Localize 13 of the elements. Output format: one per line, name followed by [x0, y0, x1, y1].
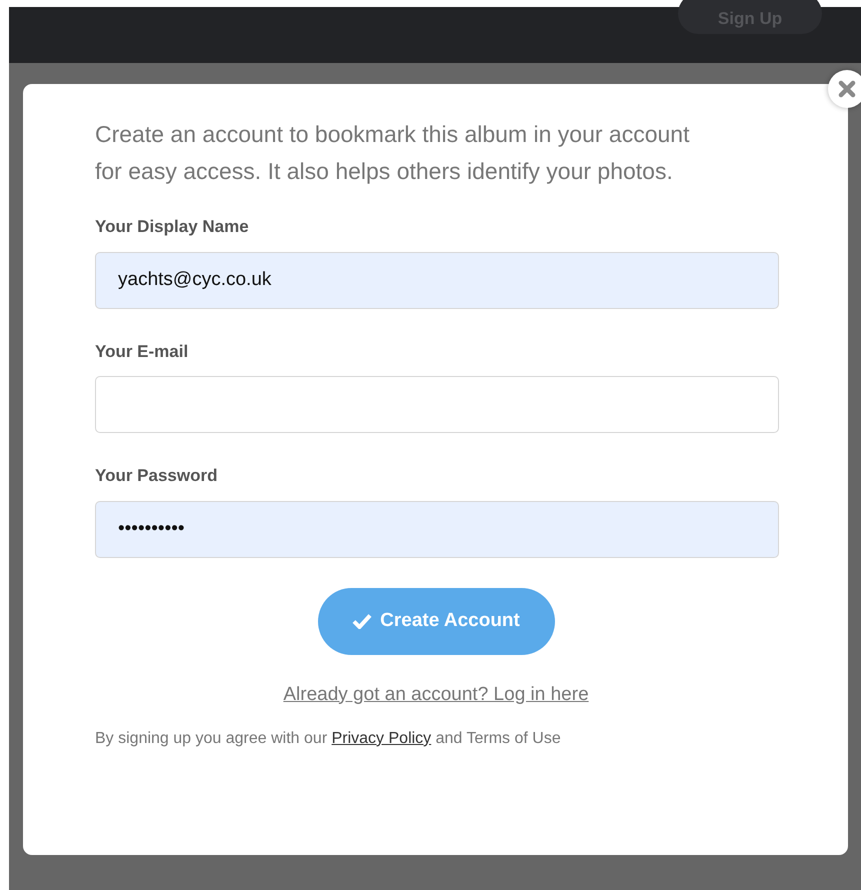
privacy-policy-link[interactable]: Privacy Policy: [332, 730, 432, 747]
field-label: Your E-mail: [95, 340, 190, 362]
field-label: Your Display Name: [95, 216, 250, 238]
input-field[interactable]: ••••••••••: [95, 500, 779, 558]
login-link[interactable]: Already got an account? Log in here: [283, 680, 589, 709]
intro-text: Create an account to bookmark this album in your account for easy access. It also helps others identify your photos.: [95, 120, 690, 186]
input-field[interactable]: [95, 376, 779, 433]
terms-text: By signing up you agree with our Privacy Policy and Terms of Use: [95, 729, 562, 749]
close-icon: [838, 80, 856, 98]
close-button[interactable]: [828, 70, 861, 108]
field-label: Your Password: [95, 465, 218, 487]
input-field[interactable]: yachts@cyc.co.uk: [95, 252, 779, 308]
check-icon: [352, 613, 372, 629]
